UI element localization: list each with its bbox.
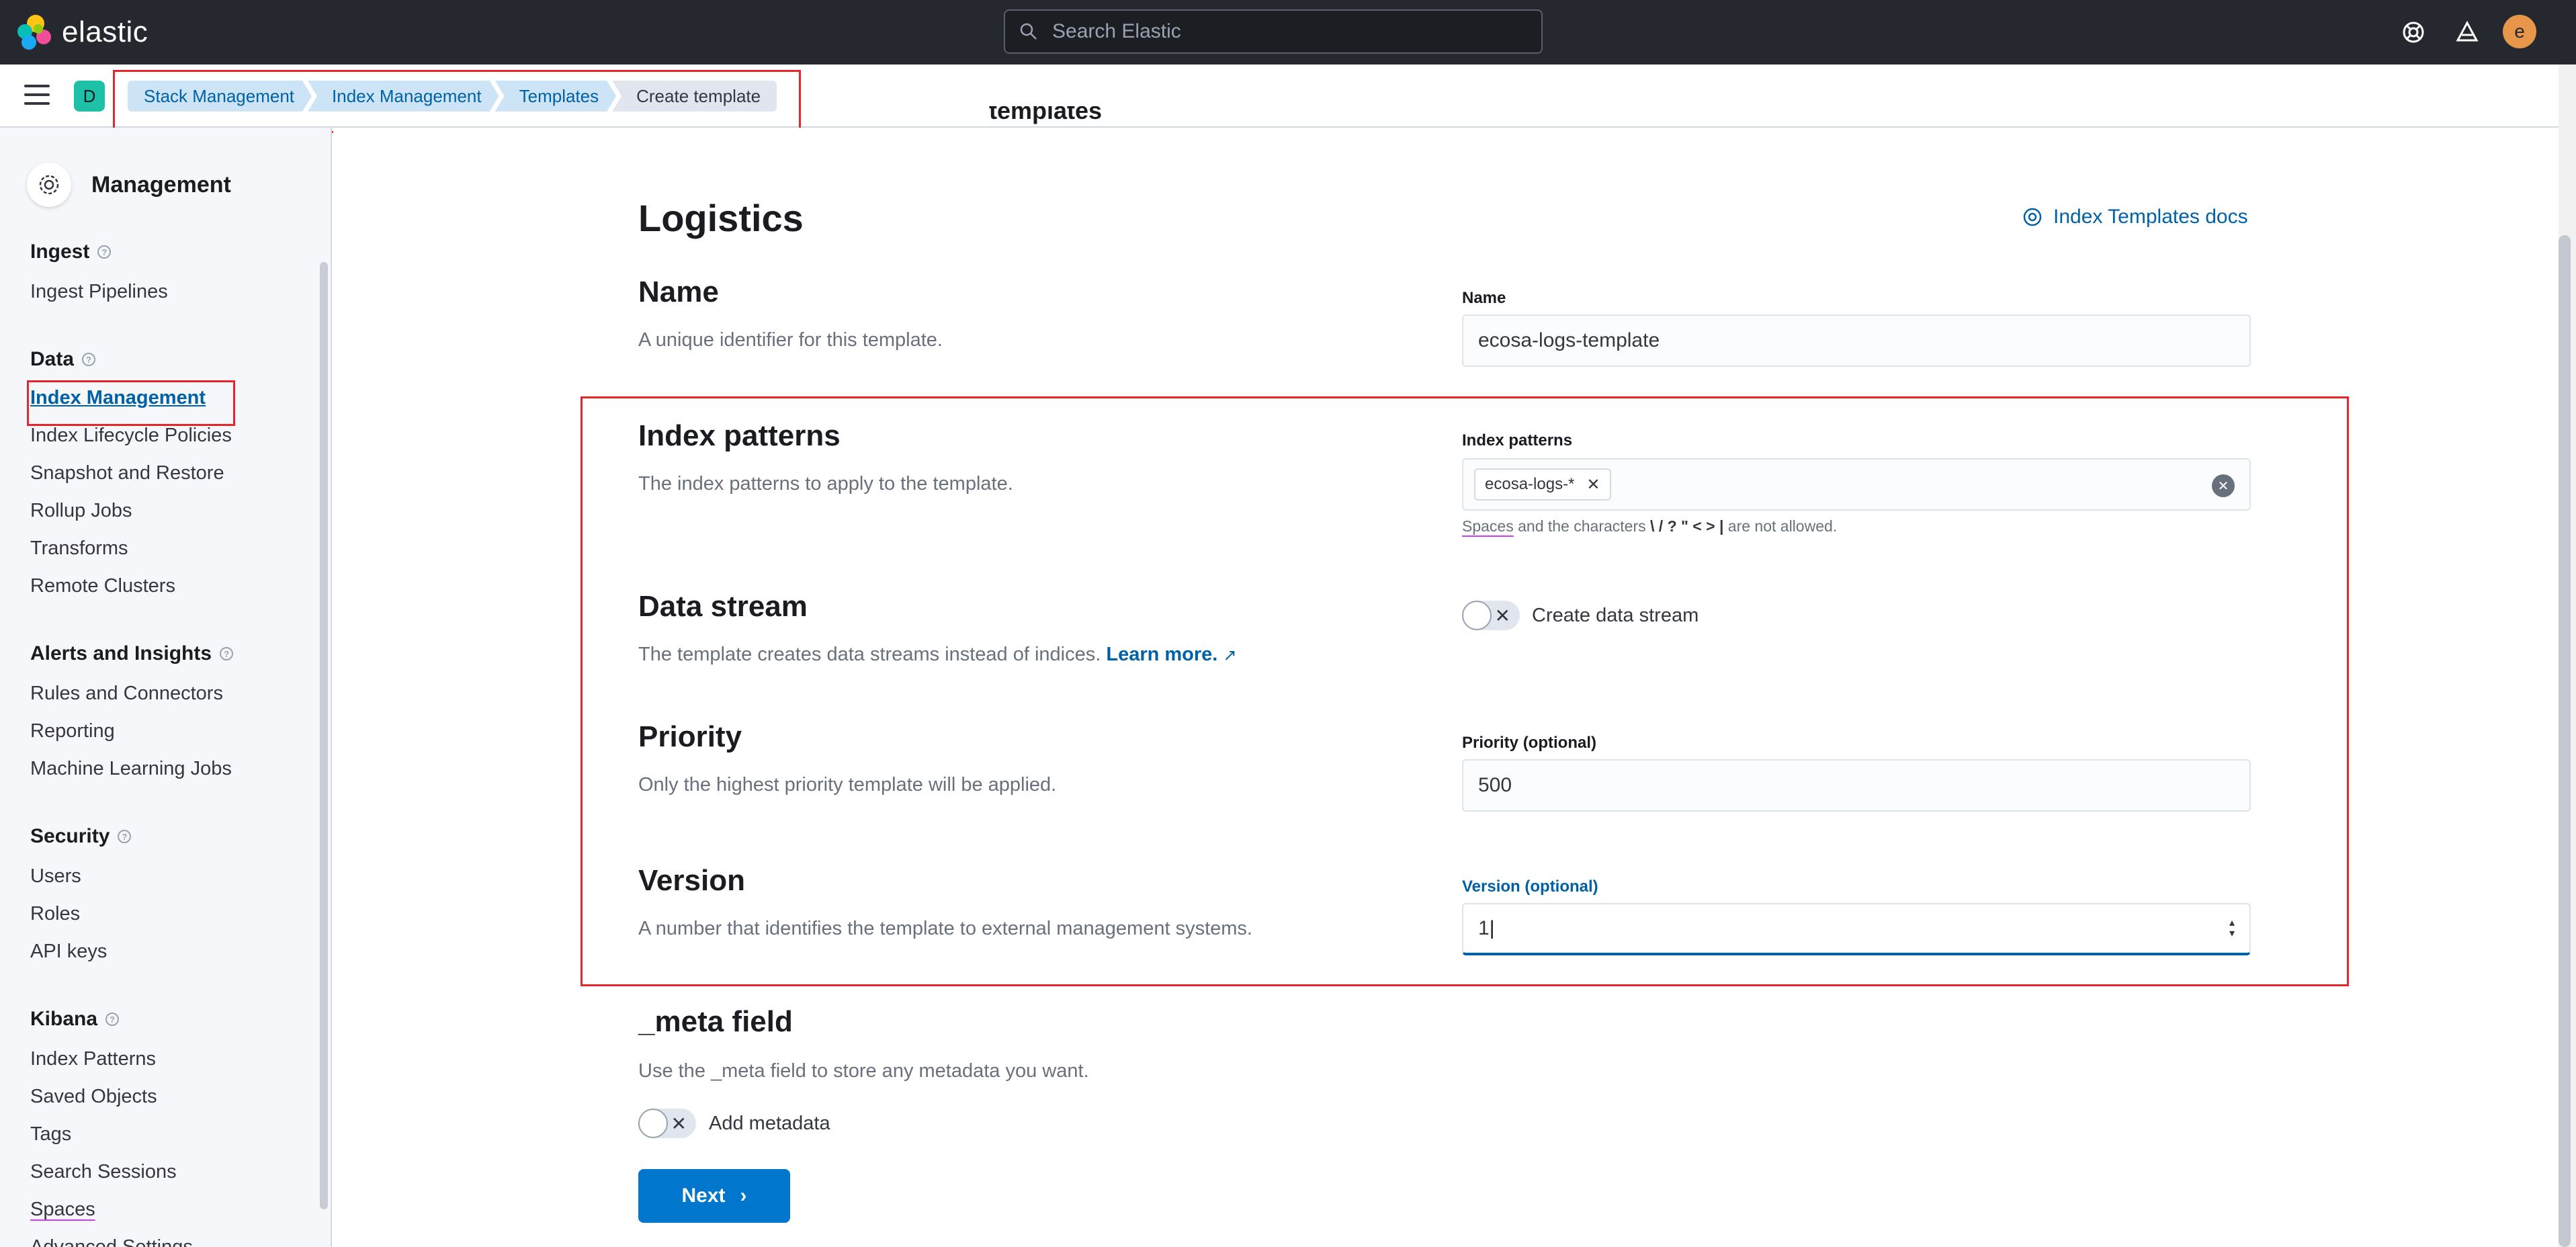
sidebar-title: Management: [91, 171, 231, 198]
help-icon: [2023, 208, 2042, 226]
nav-group-alerts-and-insights: Alerts and Insights?: [30, 642, 234, 665]
sidebar-item-snapshot-and-restore[interactable]: Snapshot and Restore: [30, 462, 224, 484]
nav-group-data: Data?: [30, 348, 96, 371]
version-field[interactable]: 1 | ▴ ▾: [1462, 903, 2251, 955]
priority-section-title: Priority: [638, 720, 742, 753]
sidebar-item-search-sessions[interactable]: Search Sessions: [30, 1161, 177, 1183]
index-patterns-combobox[interactable]: ecosa-logs-* ✕ ✕: [1462, 458, 2251, 511]
gear-icon: [27, 163, 71, 207]
version-section-title: Version: [638, 864, 745, 897]
chevron-right-icon: ›: [740, 1185, 747, 1207]
elastic-logo-icon: [17, 15, 52, 50]
index-patterns-help-text: Spaces and the characters \ / ? " < > | …: [1462, 517, 1838, 535]
highlight-box-index-management: [27, 380, 235, 426]
index-pattern-chip-label: ecosa-logs-*: [1485, 475, 1575, 493]
nav-group-security: Security?: [30, 825, 132, 848]
name-section-title: Name: [638, 275, 719, 308]
add-metadata-label: Add metadata: [709, 1113, 830, 1134]
sidebar-item-advanced-settings[interactable]: Advanced Settings: [30, 1236, 193, 1247]
search-input[interactable]: [1052, 20, 1522, 43]
info-icon[interactable]: ?: [82, 353, 96, 366]
sidebar-item-tags[interactable]: Tags: [30, 1123, 71, 1146]
elastic-logo[interactable]: elastic: [17, 15, 148, 50]
name-field[interactable]: ecosa-logs-template: [1462, 314, 2251, 367]
nav-group-ingest: Ingest?: [30, 241, 112, 263]
sidebar-item-users[interactable]: Users: [30, 865, 81, 888]
priority-section-desc: Only the highest priority template will …: [638, 774, 1057, 796]
meta-section-desc: Use the _meta field to store any metadat…: [638, 1060, 1089, 1082]
version-section-desc: A number that identifies the template to…: [638, 918, 1252, 939]
index-pattern-chip: ecosa-logs-* ✕: [1474, 468, 1611, 501]
sidebar-item-rollup-jobs[interactable]: Rollup Jobs: [30, 500, 132, 522]
menu-toggle-icon[interactable]: [24, 85, 50, 108]
sidebar-item-roles[interactable]: Roles: [30, 903, 80, 925]
remove-chip-icon[interactable]: ✕: [1586, 475, 1600, 494]
info-icon[interactable]: ?: [97, 245, 112, 259]
brand-name: elastic: [62, 15, 148, 48]
data-stream-section-desc: The template creates data streams instea…: [638, 644, 1237, 665]
priority-field-label: Priority (optional): [1462, 734, 1596, 752]
name-field-label: Name: [1462, 289, 1506, 307]
index-templates-docs-link[interactable]: Index Templates docs: [2021, 206, 2248, 228]
data-stream-section-title: Data stream: [638, 590, 808, 623]
sidebar-item-saved-objects[interactable]: Saved Objects: [30, 1086, 157, 1108]
priority-field[interactable]: 500: [1462, 759, 2251, 812]
external-link-icon: ↗: [1223, 646, 1237, 664]
sidebar-item-api-keys[interactable]: API keys: [30, 941, 107, 963]
page-scrollbar[interactable]: [2559, 235, 2571, 1247]
top-header: elastic e: [0, 0, 2576, 64]
index-patterns-section-title: Index patterns: [638, 419, 841, 452]
cut-off-heading: templates: [989, 106, 1103, 124]
info-icon[interactable]: ?: [220, 647, 234, 660]
index-patterns-section-desc: The index patterns to apply to the templ…: [638, 473, 1013, 494]
next-button[interactable]: Next ›: [638, 1169, 790, 1223]
sidebar-item-reporting[interactable]: Reporting: [30, 720, 115, 742]
meta-section-title: _meta field: [638, 1005, 793, 1038]
sidebar-header: Management: [27, 163, 231, 207]
sidebar-item-index-patterns[interactable]: Index Patterns: [30, 1048, 156, 1070]
sidebar-item-spaces[interactable]: Spaces: [30, 1199, 95, 1221]
docs-link-label: Index Templates docs: [2053, 206, 2248, 228]
help-icon[interactable]: [2399, 17, 2428, 47]
number-stepper[interactable]: ▴ ▾: [2229, 918, 2235, 939]
next-button-label: Next: [681, 1185, 726, 1207]
global-search[interactable]: [1004, 9, 1543, 54]
newsfeed-icon[interactable]: [2452, 17, 2482, 47]
sidebar-item-machine-learning-jobs[interactable]: Machine Learning Jobs: [30, 758, 232, 780]
priority-field-value: 500: [1478, 774, 1512, 796]
highlight-box-breadcrumb: [113, 70, 801, 133]
sidebar-scrollbar[interactable]: [320, 262, 328, 1209]
index-patterns-field-label: Index patterns: [1462, 431, 1573, 449]
add-metadata-toggle[interactable]: ✕: [638, 1109, 696, 1138]
create-data-stream-label: Create data stream: [1532, 605, 1699, 626]
name-field-value: ecosa-logs-template: [1478, 329, 1660, 351]
nav-group-kibana: Kibana?: [30, 1008, 120, 1031]
sidebar-item-remote-clusters[interactable]: Remote Clusters: [30, 575, 175, 597]
space-avatar[interactable]: D: [74, 81, 105, 112]
name-section-desc: A unique identifier for this template.: [638, 329, 943, 351]
management-sidebar: Management Ingest? Ingest Pipelines Data…: [0, 128, 332, 1247]
learn-more-link[interactable]: Learn more.: [1106, 644, 1217, 665]
info-icon[interactable]: ?: [105, 1013, 120, 1026]
version-field-value: 1: [1478, 917, 1490, 939]
page-title: Logistics: [638, 197, 804, 239]
sidebar-item-index-lifecycle-policies[interactable]: Index Lifecycle Policies: [30, 425, 232, 447]
user-avatar[interactable]: e: [2503, 15, 2536, 48]
info-icon[interactable]: ?: [118, 830, 132, 843]
clear-icon[interactable]: ✕: [2212, 474, 2235, 497]
sidebar-item-transforms[interactable]: Transforms: [30, 538, 128, 560]
version-field-label: Version (optional): [1462, 877, 1598, 896]
create-data-stream-toggle[interactable]: ✕: [1462, 601, 1520, 630]
sidebar-item-ingest-pipelines[interactable]: Ingest Pipelines: [30, 281, 168, 303]
search-icon: [1020, 23, 1037, 40]
sidebar-item-rules-and-connectors[interactable]: Rules and Connectors: [30, 683, 223, 705]
